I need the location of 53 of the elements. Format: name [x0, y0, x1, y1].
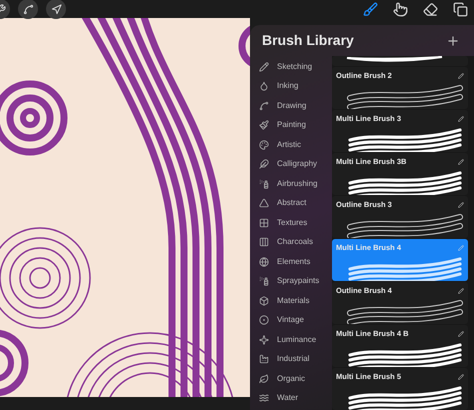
cube-icon: [259, 296, 269, 306]
pencil-icon: [458, 202, 464, 208]
arrow-icon: [50, 4, 62, 14]
category-item[interactable]: Textures: [250, 213, 332, 232]
tool-button[interactable]: [46, 0, 66, 19]
bars-icon: [259, 237, 269, 248]
globe-icon: [259, 256, 269, 267]
panel-title: Brush Library: [262, 31, 354, 50]
paintbrush-icon: [259, 120, 269, 130]
category-item[interactable]: Inking: [250, 76, 332, 96]
category-item[interactable]: Water: [250, 388, 332, 408]
brush-icon: [362, 2, 378, 16]
brush-item[interactable]: [332, 56, 468, 66]
category-item[interactable]: Drawing: [250, 96, 332, 116]
category-item[interactable]: Airbrushing: [250, 174, 332, 194]
leaf-icon: [259, 374, 269, 384]
category-item[interactable]: Vintage: [250, 310, 332, 330]
waves-icon: [259, 393, 269, 404]
category-item[interactable]: Abstract: [250, 194, 332, 213]
category-item[interactable]: Charcoals: [250, 232, 332, 252]
circle-dot-icon: [259, 315, 269, 326]
factory-icon: [259, 354, 269, 364]
palette-icon: [259, 140, 269, 150]
category-item[interactable]: Industrial: [250, 350, 332, 369]
pencil-icon: [458, 116, 464, 122]
pencil-icon: [259, 62, 269, 72]
eraser-icon: [422, 2, 438, 16]
category-item[interactable]: Calligraphy: [250, 154, 332, 174]
selection-icon: [22, 4, 34, 14]
grid-icon: [259, 218, 269, 228]
pencil-icon: [458, 244, 464, 251]
category-item[interactable]: Organic: [250, 369, 332, 388]
category-item[interactable]: Elements: [250, 252, 332, 272]
tool-button[interactable]: [18, 0, 38, 19]
pencil-icon: [458, 374, 464, 380]
sparkle-icon: [259, 334, 269, 345]
category-item[interactable]: Painting: [250, 116, 332, 135]
category-item[interactable]: Materials: [250, 291, 332, 310]
add-button[interactable]: [446, 34, 460, 48]
triangle-icon: [259, 198, 269, 208]
pencil-icon: [458, 158, 464, 165]
category-item[interactable]: Spraypaints: [250, 272, 332, 291]
category-item[interactable]: Artistic: [250, 135, 332, 154]
finger-icon: [392, 2, 408, 16]
category-item[interactable]: Luminance: [250, 330, 332, 350]
droplet-icon: [259, 81, 269, 92]
category-item[interactable]: Sketching: [250, 57, 332, 76]
feather-icon: [259, 159, 269, 170]
pencil-icon: [458, 72, 464, 79]
layers-icon: [452, 2, 468, 16]
squiggle-icon: [259, 100, 269, 111]
pencil-icon: [458, 288, 464, 294]
pencil-icon: [458, 330, 464, 337]
